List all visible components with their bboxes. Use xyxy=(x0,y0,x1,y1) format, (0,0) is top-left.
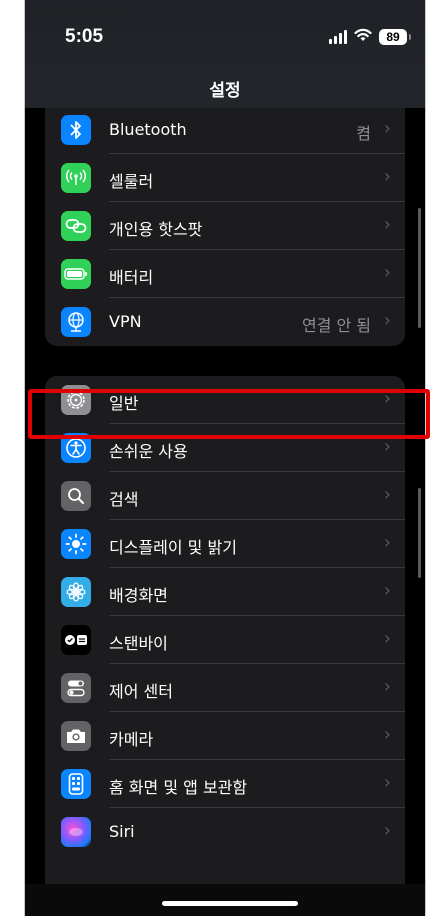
chevron-right-icon: › xyxy=(383,532,391,553)
navigation-bar: 설정 xyxy=(25,70,425,108)
home-screen-icon xyxy=(61,769,91,799)
settings-row-home-screen[interactable]: 홈 화면 및 앱 보관함 › xyxy=(45,760,405,808)
brightness-icon xyxy=(61,529,91,559)
highlight-box-general xyxy=(28,389,430,439)
chevron-right-icon: › xyxy=(383,166,391,187)
chevron-right-icon: › xyxy=(383,676,391,697)
settings-row-label: VPN xyxy=(109,312,142,331)
chevron-right-icon: › xyxy=(383,772,391,793)
settings-row-standby[interactable]: 스탠바이 › xyxy=(45,616,405,664)
battery-indicator: 89 xyxy=(379,28,411,45)
status-indicators: 89 xyxy=(329,27,411,46)
settings-row-value: 켬 xyxy=(356,124,371,143)
scrollbar-upper[interactable] xyxy=(418,208,421,328)
settings-row-cellular[interactable]: 셀룰러 › xyxy=(45,154,405,202)
settings-group-general: 일반 › 손쉬운 사용 › 검색 › 디스플레이 및 밝기 › 배경화면 › 스… xyxy=(45,376,405,916)
wifi-icon xyxy=(354,27,372,46)
settings-row-label: 카메라 xyxy=(109,730,154,749)
phone-screen: 5:05 89 설정 Bluetooth 켬 › 셀룰러 › 개인용 핫스팟 ›… xyxy=(24,0,426,916)
settings-row-hotspot[interactable]: 개인용 핫스팟 › xyxy=(45,202,405,250)
chevron-right-icon: › xyxy=(383,820,391,841)
chevron-right-icon: › xyxy=(383,118,391,139)
settings-row-label: 디스플레이 및 밝기 xyxy=(109,538,237,557)
bluetooth-icon xyxy=(61,115,91,145)
settings-row-label: 검색 xyxy=(109,490,139,509)
cellular-signal-icon xyxy=(329,29,347,44)
settings-row-label: 홈 화면 및 앱 보관함 xyxy=(109,778,248,797)
chevron-right-icon: › xyxy=(383,436,391,457)
chevron-right-icon: › xyxy=(383,724,391,745)
scrollbar-lower[interactable] xyxy=(418,488,421,578)
flower-icon xyxy=(61,577,91,607)
search-icon xyxy=(61,481,91,511)
settings-row-bluetooth[interactable]: Bluetooth 켬 › xyxy=(45,108,405,154)
chevron-right-icon: › xyxy=(383,580,391,601)
siri-icon xyxy=(61,817,91,847)
link-icon xyxy=(61,211,91,241)
status-time: 5:05 xyxy=(65,26,104,47)
settings-row-label: 배경화면 xyxy=(109,586,168,605)
settings-row-vpn[interactable]: VPN 연결 안 됨 › xyxy=(45,298,405,346)
settings-row-label: 배터리 xyxy=(109,268,154,287)
camera-icon xyxy=(61,721,91,751)
bottom-bar xyxy=(25,884,425,916)
toggles-icon xyxy=(61,673,91,703)
settings-row-label: 개인용 핫스팟 xyxy=(109,220,203,239)
standby-icon xyxy=(61,625,91,655)
settings-row-control-center[interactable]: 제어 센터 › xyxy=(45,664,405,712)
page-title: 설정 xyxy=(209,81,241,101)
home-indicator[interactable] xyxy=(162,901,298,906)
settings-row-label: Bluetooth xyxy=(109,120,187,139)
chevron-right-icon: › xyxy=(383,310,391,331)
chevron-right-icon: › xyxy=(383,214,391,235)
globe-icon xyxy=(61,307,91,337)
battery-icon xyxy=(61,259,91,289)
chevron-right-icon: › xyxy=(383,628,391,649)
chevron-right-icon: › xyxy=(383,484,391,505)
settings-row-label: 셀룰러 xyxy=(109,172,154,191)
settings-list[interactable]: Bluetooth 켬 › 셀룰러 › 개인용 핫스팟 › 배터리 › VPN … xyxy=(25,108,425,916)
settings-row-battery[interactable]: 배터리 › xyxy=(45,250,405,298)
settings-row-wallpaper[interactable]: 배경화면 › xyxy=(45,568,405,616)
settings-row-camera[interactable]: 카메라 › xyxy=(45,712,405,760)
chevron-right-icon: › xyxy=(383,262,391,283)
settings-row-value: 연결 안 됨 xyxy=(301,316,371,335)
settings-row-label: Siri xyxy=(109,822,135,841)
settings-row-search[interactable]: 검색 › xyxy=(45,472,405,520)
settings-row-display[interactable]: 디스플레이 및 밝기 › xyxy=(45,520,405,568)
settings-row-siri[interactable]: Siri › xyxy=(45,808,405,856)
antenna-icon xyxy=(61,163,91,193)
status-bar: 5:05 89 xyxy=(25,0,425,70)
settings-row-label: 스탠바이 xyxy=(109,634,168,653)
settings-row-label: 제어 센터 xyxy=(109,682,173,701)
settings-group-connectivity: Bluetooth 켬 › 셀룰러 › 개인용 핫스팟 › 배터리 › VPN … xyxy=(45,108,405,346)
settings-row-label: 손쉬운 사용 xyxy=(109,442,188,461)
